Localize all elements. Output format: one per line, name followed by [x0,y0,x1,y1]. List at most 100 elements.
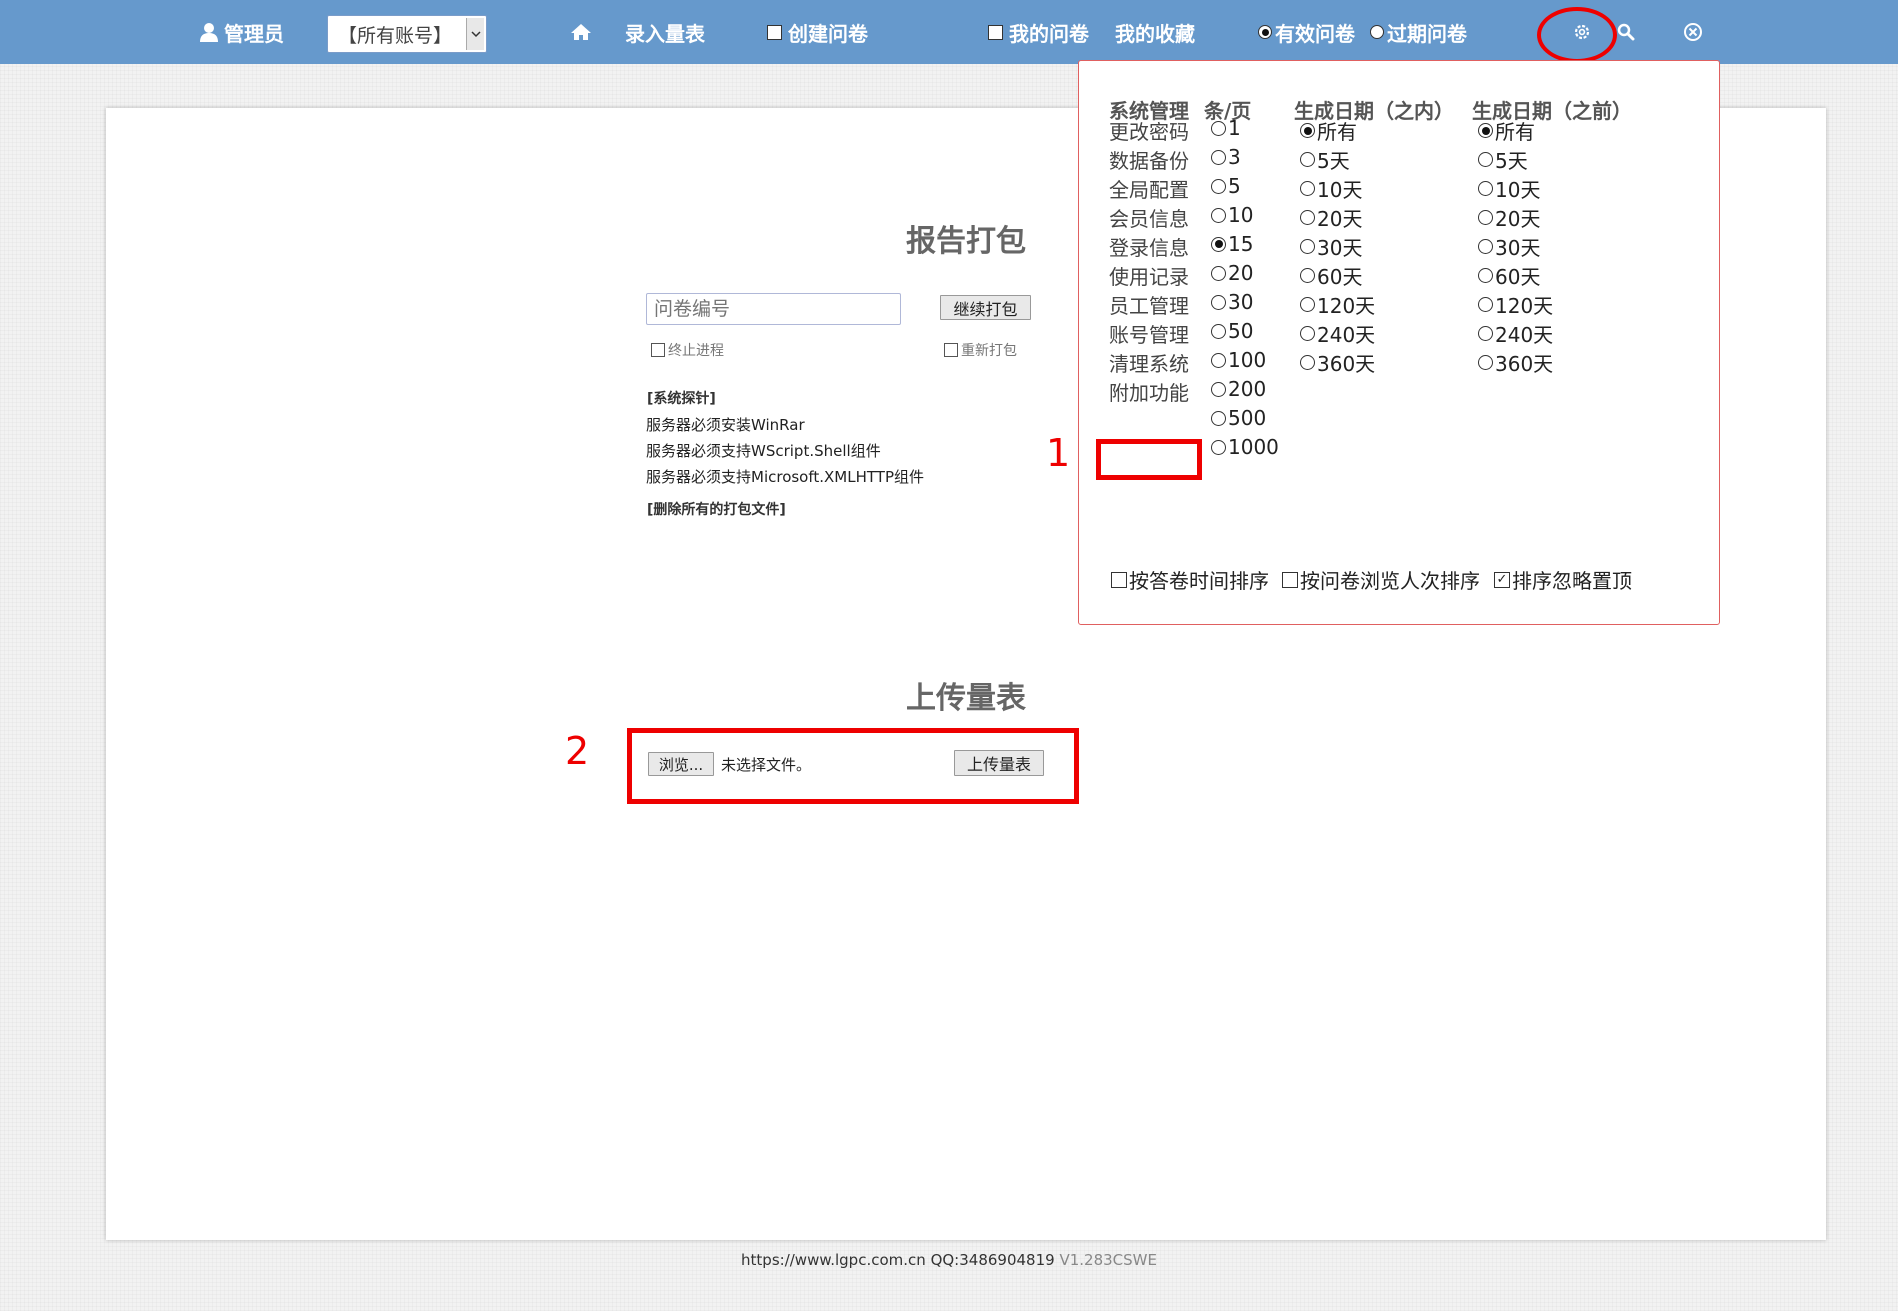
date-within-option[interactable]: 60天 [1300,261,1362,290]
chevron-down-icon[interactable] [466,18,484,50]
system-menu-item[interactable]: 全局配置 [1109,174,1189,203]
date-before-option[interactable]: 240天 [1478,319,1553,348]
per-page-option[interactable]: 30 [1211,290,1253,314]
repack-checkbox[interactable] [944,343,958,357]
per-page-option[interactable]: 3 [1211,145,1241,169]
repack-option[interactable]: 重新打包 [944,340,1017,360]
per-page-radio[interactable] [1211,352,1226,368]
date-before-radio[interactable] [1478,326,1493,341]
enter-scale-link[interactable]: 录入量表 [625,0,705,64]
per-page-option[interactable]: 50 [1211,319,1253,343]
logout-button[interactable] [1683,0,1703,64]
date-within-radio[interactable] [1300,152,1315,167]
account-select[interactable]: 【所有账号】 [327,15,487,53]
per-page-radio[interactable] [1211,265,1226,281]
system-menu-item[interactable]: 员工管理 [1109,290,1189,319]
date-before-option[interactable]: 20天 [1478,203,1540,232]
system-menu-item[interactable]: 会员信息 [1109,203,1189,232]
date-before-option[interactable]: 360天 [1478,348,1553,377]
sort-by-answer-time-checkbox[interactable] [1111,571,1127,588]
valid-surveys-option[interactable]: 有效问卷 [1258,0,1355,64]
per-page-option[interactable]: 500 [1211,406,1266,430]
create-survey-checkbox[interactable] [767,24,782,40]
date-before-option[interactable]: 30天 [1478,232,1540,261]
date-before-option[interactable]: 5天 [1478,145,1528,174]
date-within-radio[interactable] [1300,210,1315,225]
date-within-option[interactable]: 10天 [1300,174,1362,203]
date-within-radio[interactable] [1300,123,1315,138]
per-page-radio[interactable] [1211,236,1226,252]
sort-by-views-option[interactable]: 按问卷浏览人次排序 [1282,565,1480,594]
per-page-option[interactable]: 15 [1211,232,1253,256]
date-before-radio[interactable] [1478,181,1493,196]
per-page-radio[interactable] [1211,178,1226,194]
stop-process-checkbox[interactable] [651,343,665,357]
per-page-radio[interactable] [1211,439,1226,455]
per-page-option[interactable]: 1000 [1211,435,1279,459]
stop-process-option[interactable]: 终止进程 [651,340,724,360]
per-page-option[interactable]: 20 [1211,261,1253,285]
date-within-option[interactable]: 20天 [1300,203,1362,232]
my-surveys-toggle[interactable]: 我的问卷 [988,0,1089,64]
ignore-pinned-checkbox[interactable]: ✓ [1494,571,1510,588]
per-page-radio[interactable] [1211,207,1226,223]
per-page-radio[interactable] [1211,323,1226,339]
ignore-pinned-option[interactable]: ✓ 排序忽略置顶 [1494,565,1632,594]
system-menu-item[interactable]: 数据备份 [1109,145,1189,174]
date-before-radio[interactable] [1478,268,1493,283]
system-menu-item[interactable]: 附加功能 [1109,377,1189,406]
date-before-option[interactable]: 120天 [1478,290,1553,319]
per-page-radio[interactable] [1211,410,1226,426]
per-page-option[interactable]: 5 [1211,174,1241,198]
create-survey-toggle[interactable]: 创建问卷 [767,0,868,64]
date-before-radio[interactable] [1478,123,1493,138]
valid-surveys-radio[interactable] [1258,25,1272,39]
continue-pack-button[interactable]: 继续打包 [940,295,1031,320]
date-within-radio[interactable] [1300,268,1315,283]
browse-button[interactable]: 浏览... [648,752,714,776]
date-before-radio[interactable] [1478,210,1493,225]
home-link[interactable] [570,0,592,64]
my-favorites-link[interactable]: 我的收藏 [1115,0,1195,64]
date-within-radio[interactable] [1300,326,1315,341]
date-within-option[interactable]: 240天 [1300,319,1375,348]
date-before-option[interactable]: 60天 [1478,261,1540,290]
date-before-option[interactable]: 所有 [1478,116,1535,145]
date-within-option[interactable]: 30天 [1300,232,1362,261]
per-page-radio[interactable] [1211,381,1226,397]
date-before-radio[interactable] [1478,152,1493,167]
per-page-radio[interactable] [1211,149,1226,165]
date-within-radio[interactable] [1300,355,1315,370]
date-within-radio[interactable] [1300,239,1315,254]
system-menu-item[interactable]: 使用记录 [1109,261,1189,290]
per-page-radio[interactable] [1211,120,1226,136]
system-menu-item[interactable]: 账号管理 [1109,319,1189,348]
system-menu-item[interactable]: 更改密码 [1109,116,1189,145]
my-surveys-checkbox[interactable] [988,24,1003,40]
date-within-option[interactable]: 5天 [1300,145,1350,174]
sort-by-views-checkbox[interactable] [1282,571,1298,588]
date-within-radio[interactable] [1300,297,1315,312]
date-before-radio[interactable] [1478,239,1493,254]
per-page-option[interactable]: 100 [1211,348,1266,372]
per-page-option[interactable]: 10 [1211,203,1253,227]
expired-surveys-option[interactable]: 过期问卷 [1370,0,1467,64]
system-menu-item[interactable]: 清理系统 [1109,348,1189,377]
date-before-radio[interactable] [1478,297,1493,312]
date-within-option[interactable]: 所有 [1300,116,1357,145]
user-menu[interactable]: 管理员 [200,0,284,64]
date-before-radio[interactable] [1478,355,1493,370]
upload-scale-button[interactable]: 上传量表 [954,750,1044,776]
date-within-radio[interactable] [1300,181,1315,196]
date-within-option[interactable]: 120天 [1300,290,1375,319]
survey-number-input[interactable] [646,293,901,325]
delete-all-packs-link[interactable]: [删除所有的打包文件] [647,499,786,519]
date-before-option[interactable]: 10天 [1478,174,1540,203]
per-page-radio[interactable] [1211,294,1226,310]
expired-surveys-radio[interactable] [1370,25,1384,39]
date-within-option[interactable]: 360天 [1300,348,1375,377]
system-menu-item[interactable]: 登录信息 [1109,232,1189,261]
per-page-option[interactable]: 1 [1211,116,1241,140]
per-page-option[interactable]: 200 [1211,377,1266,401]
search-button[interactable] [1617,0,1635,64]
